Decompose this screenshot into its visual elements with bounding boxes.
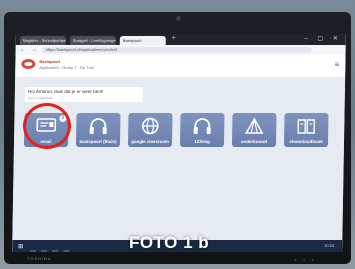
tile-google-classroom[interactable]: google classroom: [127, 113, 173, 147]
taskbar-app-icon[interactable]: [30, 250, 37, 252]
tile-label: showcloudbook: [289, 139, 323, 144]
app-title: Basispoort: [39, 59, 61, 64]
tile-label: 123ring: [194, 139, 210, 144]
app-header: Basispoort Applicaties - Groep 7 - De Tu…: [15, 55, 346, 77]
tile-showcloudbook[interactable]: showcloudbook: [283, 113, 329, 147]
app-subtitle: Applicaties - Groep 7 - De Tuin: [39, 65, 95, 70]
greeting-text: Hoi Amaron, leuk dat je er weer bent!: [27, 89, 104, 94]
browser-tab[interactable]: Snappet - Leerlingomgeving: [69, 36, 116, 45]
tile-123ring[interactable]: 123ring: [179, 113, 225, 147]
taskbar-apps: [30, 243, 90, 252]
browser-tab[interactable]: Magister - Schoolportaal: [19, 36, 66, 45]
tile-basispoort-thuis[interactable]: basispoort (thuis): [75, 113, 121, 147]
photo-caption: FOTO 1 b: [129, 233, 210, 252]
tile-label: basispoort (thuis): [79, 139, 117, 144]
headphones-icon: [89, 118, 107, 134]
greeting-card: Hoi Amaron, leuk dat je er weer bent! Ki…: [24, 87, 143, 102]
webcam: [176, 16, 181, 21]
browser-tab-active[interactable]: Basispoort: [119, 36, 166, 45]
app-logo-icon: [21, 59, 36, 69]
taskbar-app-icon[interactable]: [52, 250, 59, 252]
photo: { "browser": { "tabs": [ {"label": "Magi…: [0, 0, 355, 269]
highlight-circle: [23, 103, 71, 149]
tile-onderbouwd[interactable]: onderbouwd: [231, 113, 277, 147]
headphones-icon: [193, 118, 211, 134]
taskbar-clock: 10:24: [324, 243, 335, 248]
windows-start-icon[interactable]: ⊞: [18, 243, 23, 250]
window-controls[interactable]: – ▢ ✕: [304, 35, 341, 42]
globe-icon: [142, 117, 159, 135]
browser-tabbar: Magister - Schoolportaal Snappet - Leerl…: [15, 34, 346, 45]
taskbar-app-icon[interactable]: [63, 250, 70, 252]
tent-icon: [244, 117, 264, 134]
tile-label: google classroom: [131, 139, 169, 144]
url-field[interactable]: https://basispoort.nl/applicaties/overzi…: [41, 47, 312, 53]
book-icon: [297, 119, 316, 134]
greeting-subtext: Kies een applicatie: [27, 96, 54, 100]
tile-label: onderbouwd: [240, 139, 268, 144]
taskbar-app-icon[interactable]: [41, 250, 48, 252]
new-tab-icon[interactable]: +: [172, 35, 176, 42]
menu-icon[interactable]: ≡: [335, 60, 340, 69]
app-content: Hoi Amaron, leuk dat je er weer bent! Ki…: [12, 77, 346, 252]
laptop-brand: TOSHIBA: [27, 256, 52, 261]
laptop-ports: ▪ ▪ ▪: [295, 257, 317, 262]
